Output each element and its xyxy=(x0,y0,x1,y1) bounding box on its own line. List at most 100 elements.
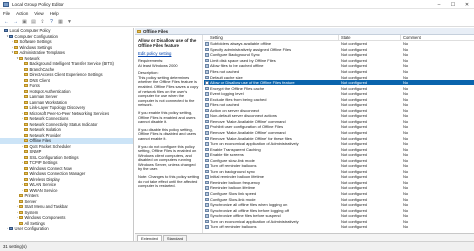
policy-icon xyxy=(205,114,209,118)
setting-name: Limit disk space used by Offline Files xyxy=(210,57,276,63)
state-cell: Not configured xyxy=(341,213,368,219)
column-setting[interactable]: Setting xyxy=(204,35,339,40)
setting-cell: Reminder balloon lifetime xyxy=(204,185,339,190)
folder-icon xyxy=(14,51,18,55)
menu-view[interactable]: View xyxy=(34,11,43,16)
edit-policy-link[interactable]: Edit policy setting xyxy=(138,51,200,56)
folder-icon xyxy=(24,188,28,192)
app-icon xyxy=(3,1,9,7)
setting-name: Non-default server disconnect actions xyxy=(210,113,277,119)
policy-icon xyxy=(205,158,209,163)
maximize-button[interactable]: ☐ xyxy=(446,0,460,9)
policy-icon xyxy=(205,186,209,190)
setting-name: Turn off reminder balloons xyxy=(210,163,257,169)
folder-icon xyxy=(24,122,28,126)
setting-cell: Files not cached xyxy=(204,69,339,74)
folder-icon xyxy=(24,155,28,159)
forward-icon[interactable]: → xyxy=(12,18,19,25)
comment-cell: No xyxy=(403,118,409,124)
policy-icon xyxy=(205,225,209,229)
title-bar: Local Group Policy Editor – ☐ ✕ xyxy=(0,0,474,9)
policy-icon xyxy=(205,64,209,68)
setting-cell: Non-default server disconnect actions xyxy=(204,113,339,118)
minimize-button[interactable]: – xyxy=(432,0,446,9)
comment-cell: No xyxy=(403,202,409,208)
navigation-tree[interactable]: Local Computer Policy ▾ Computer Configura… xyxy=(0,28,134,241)
policy-icon xyxy=(205,86,209,91)
state-cell: Not configured xyxy=(341,179,368,185)
setting-cell: Turn on background sync xyxy=(204,169,339,174)
folder-icon xyxy=(24,139,28,143)
folder-icon xyxy=(24,161,28,165)
setting-cell: Turn on economical application of Admini… xyxy=(204,219,339,224)
state-cell: Not configured xyxy=(341,52,368,58)
detail-header: Offline Files xyxy=(135,28,474,35)
toolbar: ← → ▣ ▤ ⇪ ? ▦ ▼ xyxy=(0,17,474,27)
state-cell: Not configured xyxy=(341,157,368,163)
disable-text: If you disable this policy setting, Offl… xyxy=(138,126,197,141)
setting-name: Turn on economical application of Admini… xyxy=(210,141,299,147)
policy-icon xyxy=(205,180,209,185)
state-cell: Not configured xyxy=(341,96,368,102)
setting-cell: Synchronize all offline files before log… xyxy=(204,208,339,213)
comment-cell: No xyxy=(403,69,409,74)
state-cell: Not configured xyxy=(341,130,368,136)
setting-name: Specify administratively assigned Offlin… xyxy=(210,46,292,52)
computer-icon xyxy=(9,227,13,231)
comment-cell: No xyxy=(403,130,409,136)
setting-name: Configure Slow link speed xyxy=(210,191,257,197)
folder-icon xyxy=(19,56,23,60)
comment-cell: No xyxy=(403,168,409,174)
comment-cell: No xyxy=(403,41,409,47)
filter-icon[interactable]: ▼ xyxy=(66,18,73,25)
setting-cell: Files not cached xyxy=(204,102,339,107)
show-hide-icon[interactable]: ▤ xyxy=(30,18,37,25)
state-cell: Not configured xyxy=(341,85,368,91)
setting-name: Turn on economical application of Admini… xyxy=(210,218,299,224)
setting-name: Files not cached xyxy=(210,102,240,108)
folder-icon xyxy=(24,106,28,110)
folder-icon xyxy=(24,78,28,82)
comment-cell: No xyxy=(403,213,409,219)
folder-icon xyxy=(24,95,28,99)
state-cell: Not configured xyxy=(341,152,368,158)
state-cell: Not configured xyxy=(341,224,368,230)
comment-cell: No xyxy=(403,185,409,191)
settings-table: Setting State Comment Subfolders always … xyxy=(204,35,474,233)
folder-icon xyxy=(24,62,28,66)
setting-cell: Reminder balloon frequency xyxy=(204,180,339,185)
policy-icon xyxy=(205,208,209,213)
setting-cell: Limit disk space used by Offline Files xyxy=(204,58,339,63)
policy-icon xyxy=(205,103,209,107)
setting-cell: Remove 'Make Available Offline' for thes… xyxy=(204,136,339,141)
export-icon[interactable]: ⇪ xyxy=(39,18,46,25)
setting-name: Default cache size xyxy=(210,74,243,80)
setting-cell: Prohibit user configuration of Offline F… xyxy=(204,124,339,129)
back-icon[interactable]: ← xyxy=(3,18,10,25)
up-icon[interactable]: ▣ xyxy=(21,18,28,25)
setting-cell: Configure slow-link mode xyxy=(204,158,339,163)
comment-cell: No xyxy=(403,146,409,152)
help-icon[interactable]: ? xyxy=(48,18,55,25)
close-button[interactable]: ✕ xyxy=(460,0,474,9)
folder-icon xyxy=(24,144,28,148)
state-cell: Not configured xyxy=(341,63,368,69)
policy-title: Allow or Disallow use of the Offline Fil… xyxy=(138,38,197,48)
menu-file[interactable]: File xyxy=(3,11,10,16)
menu-action[interactable]: Action xyxy=(16,11,28,16)
description-panel: Allow or Disallow use of the Offline Fil… xyxy=(135,35,203,233)
table-row[interactable]: Turn off reminder balloons Not configured… xyxy=(204,224,474,230)
policy-icon xyxy=(205,164,209,168)
column-state[interactable]: State xyxy=(339,35,401,40)
menu-help[interactable]: Help xyxy=(50,11,59,16)
setting-name: Allow or Disallow use of the Offline Fil… xyxy=(210,80,295,86)
detail-header-title: Offline Files xyxy=(143,28,169,34)
state-cell: Not configured xyxy=(341,124,368,130)
column-comment[interactable]: Comment xyxy=(401,35,451,40)
setting-name: Subfolders always available offline xyxy=(210,41,272,47)
setting-cell: Configure Background Sync xyxy=(204,52,339,57)
tree-item[interactable]: › User Configuration xyxy=(0,226,133,232)
folder-icon xyxy=(24,133,28,137)
properties-icon[interactable]: ▦ xyxy=(57,18,64,25)
folder-icon xyxy=(19,205,23,209)
